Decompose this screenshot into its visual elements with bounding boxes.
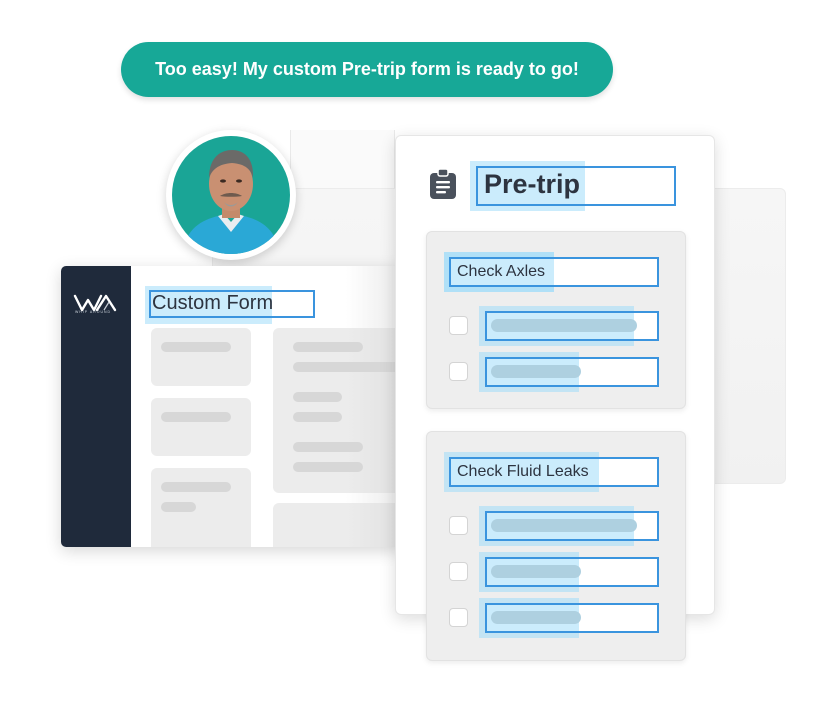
avatar-photo: [172, 136, 290, 254]
skeleton-line: [293, 392, 342, 402]
custom-form-window: WHIP AROUND Custom Form: [61, 266, 406, 547]
skeleton-line: [161, 482, 231, 492]
pretrip-form-panel: Pre-trip Check Axles Check Fluid Leaks: [395, 135, 715, 661]
skeleton-card: [151, 398, 251, 456]
item-placeholder-bar: [491, 611, 581, 624]
section-check-axles: Check Axles: [426, 231, 686, 409]
background-card-top: [290, 130, 395, 188]
item-checkbox[interactable]: [449, 516, 468, 535]
clipboard-icon: [430, 169, 456, 199]
speech-bubble: Too easy! My custom Pre-trip form is rea…: [121, 42, 613, 97]
whip-around-logo-icon[interactable]: [73, 288, 121, 320]
avatar: [166, 130, 296, 260]
speech-bubble-text: Too easy! My custom Pre-trip form is rea…: [155, 59, 579, 79]
skeleton-line: [161, 412, 231, 422]
item-placeholder-bar: [491, 519, 637, 532]
skeleton-line: [161, 342, 231, 352]
pretrip-title-input[interactable]: Pre-trip: [484, 169, 580, 200]
skeleton-card: [151, 468, 251, 547]
skeleton-line: [161, 502, 196, 512]
skeleton-card: [151, 328, 251, 386]
form-title-input[interactable]: Custom Form: [152, 292, 273, 315]
skeleton-line: [293, 412, 342, 422]
sidebar: WHIP AROUND: [61, 266, 131, 547]
person-illustration-icon: [182, 150, 280, 254]
item-checkbox[interactable]: [449, 562, 468, 581]
item-checkbox[interactable]: [449, 316, 468, 335]
item-placeholder-bar: [491, 565, 581, 578]
section-check-fluid-leaks: Check Fluid Leaks: [426, 431, 686, 661]
section-title-input[interactable]: Check Fluid Leaks: [457, 463, 589, 481]
item-checkbox[interactable]: [449, 608, 468, 627]
section-title-input[interactable]: Check Axles: [457, 263, 545, 281]
logo-subtitle: WHIP AROUND: [75, 310, 112, 314]
item-placeholder-bar: [491, 319, 637, 332]
item-checkbox[interactable]: [449, 362, 468, 381]
item-placeholder-bar: [491, 365, 581, 378]
